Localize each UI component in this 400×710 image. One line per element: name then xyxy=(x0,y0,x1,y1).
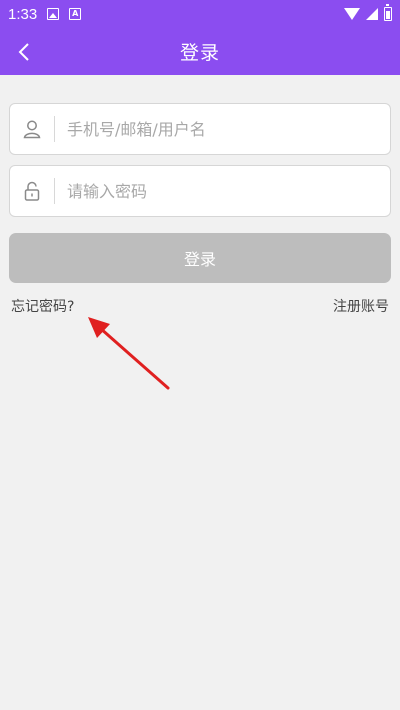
status-time: 1:33 xyxy=(8,5,38,23)
title-bar: 登录 xyxy=(0,28,400,75)
status-bar: 1:33 A xyxy=(0,0,400,28)
lock-icon xyxy=(10,180,54,202)
register-link[interactable]: 注册账号 xyxy=(333,296,389,316)
username-input[interactable] xyxy=(55,104,390,154)
signal-icon xyxy=(366,8,378,20)
password-input[interactable] xyxy=(55,166,390,216)
login-button[interactable]: 登录 xyxy=(9,233,391,283)
user-icon xyxy=(10,119,54,139)
username-field xyxy=(9,103,391,155)
a-icon: A xyxy=(69,8,82,20)
chevron-left-icon xyxy=(18,43,29,61)
annotation-arrow-icon xyxy=(88,317,170,390)
status-indicators xyxy=(344,4,392,21)
forgot-password-link[interactable]: 忘记密码? xyxy=(11,296,74,316)
image-icon xyxy=(47,8,60,20)
battery-icon xyxy=(384,4,392,21)
page-title: 登录 xyxy=(179,42,220,64)
wifi-icon xyxy=(344,8,360,20)
password-field xyxy=(9,165,391,217)
back-button[interactable] xyxy=(6,34,42,70)
